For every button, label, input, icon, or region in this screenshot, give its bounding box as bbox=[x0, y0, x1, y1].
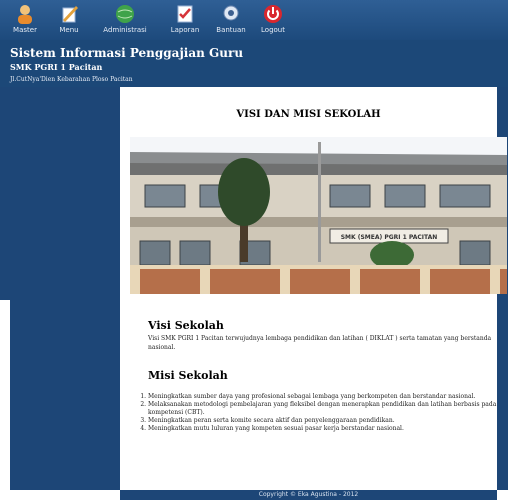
menu-laporan[interactable]: Laporan bbox=[162, 2, 208, 38]
list-item: Melaksanakan metodologi pembelajaran yan… bbox=[148, 401, 508, 417]
list-item: Meningkatkan peran serta komite secara a… bbox=[148, 417, 508, 425]
menu-administrasi[interactable]: Administrasi bbox=[98, 2, 152, 38]
sidebar bbox=[10, 87, 120, 490]
menu-menu-label: Menu bbox=[59, 26, 79, 34]
report-icon bbox=[162, 2, 208, 26]
pencil-icon bbox=[46, 2, 92, 26]
menu-master[interactable]: Master bbox=[2, 2, 48, 38]
globe-icon bbox=[98, 2, 152, 26]
misi-list: Meningkatkan sumber daya yang profesiona… bbox=[132, 393, 508, 433]
main-content: VISI DAN MISI SEKOLAH SMK (SMEA) PGRI 1 … bbox=[120, 87, 507, 490]
menu-bantuan-label: Bantuan bbox=[216, 26, 246, 34]
list-item: Meningkatkan mutu luluran yang kompeten … bbox=[148, 425, 508, 433]
menu-laporan-label: Laporan bbox=[170, 26, 200, 34]
top-menu-bar: Master Menu Administrasi Laporan Bantuan… bbox=[0, 0, 508, 40]
menu-master-label: Master bbox=[13, 26, 37, 34]
help-icon bbox=[208, 2, 254, 26]
visi-text: Visi SMK PGRI 1 Pacitan terwujudnya lemb… bbox=[148, 335, 492, 351]
menu-menu[interactable]: Menu bbox=[46, 2, 92, 38]
power-icon bbox=[250, 2, 296, 26]
left-edge-panel bbox=[0, 87, 10, 300]
school-name: SMK PGRI 1 Pacitan bbox=[10, 62, 103, 72]
visi-heading: Visi Sekolah bbox=[148, 319, 224, 332]
menu-logout[interactable]: Logout bbox=[250, 2, 296, 38]
menu-bantuan[interactable]: Bantuan bbox=[208, 2, 254, 38]
misi-heading: Misi Sekolah bbox=[148, 369, 228, 382]
user-icon bbox=[2, 2, 48, 26]
school-address: Jl.CutNya'Dien Kebarahan Ploso Pacitan bbox=[10, 76, 133, 83]
school-building-photo: SMK (SMEA) PGRI 1 PACITAN bbox=[130, 137, 507, 294]
school-sign-text: SMK (SMEA) PGRI 1 PACITAN bbox=[341, 234, 438, 241]
menu-logout-label: Logout bbox=[261, 26, 285, 34]
page-title: VISI DAN MISI SEKOLAH bbox=[236, 109, 381, 120]
footer-copyright: Copyright © Eka Agustina - 2012 bbox=[120, 490, 497, 500]
site-title: Sistem Informasi Penggajian Guru bbox=[10, 46, 244, 60]
list-item: Meningkatkan sumber daya yang profesiona… bbox=[148, 393, 508, 401]
site-header: Sistem Informasi Penggajian Guru SMK PGR… bbox=[0, 40, 508, 87]
menu-administrasi-label: Administrasi bbox=[103, 26, 147, 34]
